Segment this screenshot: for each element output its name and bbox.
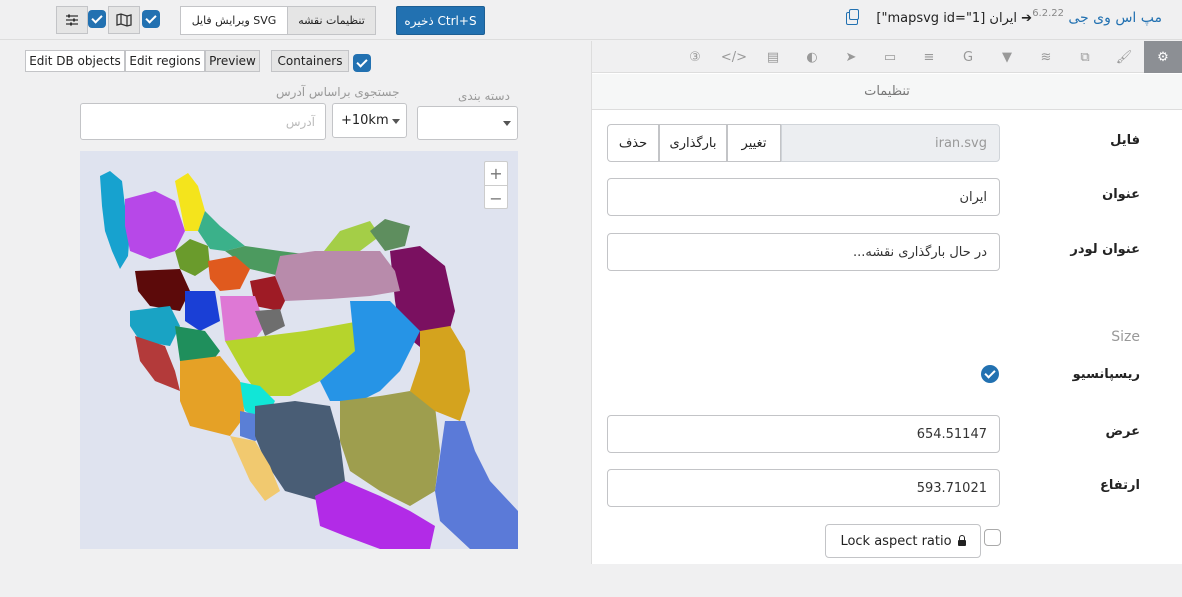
edit-regions-button[interactable]: Edit regions: [125, 50, 205, 72]
breadcrumb: ["mapsvg id="1] ایران ➔: [876, 11, 1032, 26]
gear-icon[interactable]: ⚙: [1144, 41, 1182, 73]
lock-icon: [957, 534, 966, 546]
version-label: 6.2.22: [1032, 8, 1064, 19]
height-input[interactable]: 593.71021: [607, 469, 1000, 507]
settings-panel: ⚙ 🖌 ⧉ ≋ ▼ G ≡ ▭ ➤ ◐ ▤ </> ③ تنظیمات فایل iran.svg تغ…: [591, 41, 1182, 564]
region-semnan: [275, 251, 400, 301]
section-title: تنظیمات: [592, 74, 1182, 110]
zoom-control: + −: [484, 161, 508, 209]
width-input[interactable]: 654.51147: [607, 415, 1000, 453]
delete-file-button[interactable]: حذف: [607, 124, 659, 162]
file-label: فایل: [1110, 133, 1140, 148]
zoom-out-button[interactable]: −: [485, 186, 507, 210]
region-east-azerbaijan: [125, 191, 185, 259]
iran-map[interactable]: [80, 151, 518, 549]
region-ilam: [135, 336, 180, 391]
preview-button[interactable]: Preview: [205, 50, 260, 72]
category-label: دسته بندی: [458, 89, 510, 103]
pointer-icon[interactable]: ➤: [832, 41, 870, 73]
loader-title-input[interactable]: در حال بارگذاری نقشه...: [607, 233, 1000, 271]
id-card-icon[interactable]: ▭: [871, 41, 909, 73]
sliders-icon: [66, 14, 78, 26]
filter-icon[interactable]: ▼: [988, 41, 1026, 73]
distance-select[interactable]: +10km: [332, 103, 407, 138]
size-section-label: Size: [1111, 329, 1140, 345]
brush-icon[interactable]: 🖌: [1105, 41, 1143, 73]
region-kurdistan: [135, 269, 190, 311]
lock-aspect-ratio-label: Lock aspect ratio: [840, 533, 952, 549]
chevron-down-icon: [503, 121, 511, 126]
css-icon[interactable]: ③: [676, 41, 714, 73]
responsive-checkbox[interactable]: [981, 365, 999, 383]
copy-icon[interactable]: [846, 9, 859, 25]
edit-db-objects-button[interactable]: Edit DB objects: [25, 50, 125, 72]
responsive-label: ریسپانسیو: [1072, 367, 1140, 382]
address-search-input[interactable]: آدرس: [80, 103, 326, 140]
map-settings-button[interactable]: تنظیمات نقشه: [287, 6, 376, 35]
address-placeholder: آدرس: [285, 114, 315, 129]
title-label: عنوان: [1102, 187, 1140, 202]
map-canvas[interactable]: + −: [80, 151, 518, 549]
region-hamadan: [185, 291, 220, 331]
map-icon: [116, 13, 132, 27]
toggle-icon[interactable]: ◐: [793, 41, 831, 73]
app-title[interactable]: مپ اس وی جی: [1068, 10, 1162, 26]
sliders-button[interactable]: [56, 6, 88, 34]
address-search-label: جستجوی براساس آدرس: [276, 85, 400, 99]
top-bar: مپ اس وی جی 6.2.22 ["mapsvg id="1] ایران…: [0, 0, 1182, 40]
edit-svg-button[interactable]: ویرایش فایل SVG: [180, 6, 288, 35]
code-icon[interactable]: </>: [715, 41, 753, 73]
file-icon[interactable]: ▤: [754, 41, 792, 73]
category-select[interactable]: [417, 106, 518, 140]
title-input[interactable]: ایران: [607, 178, 1000, 216]
google-icon[interactable]: G: [949, 41, 987, 73]
settings-tabs: ⚙ 🖌 ⧉ ≋ ▼ G ≡ ▭ ➤ ◐ ▤ </> ③: [592, 41, 1182, 73]
zoom-in-button[interactable]: +: [485, 162, 507, 186]
list-icon[interactable]: ≡: [910, 41, 948, 73]
region-khuzestan: [180, 356, 245, 436]
map-view-button[interactable]: [108, 6, 140, 34]
region-north-khorasan: [370, 219, 410, 251]
containers-checkbox[interactable]: [353, 54, 371, 72]
save-button[interactable]: ذخیره Ctrl+S: [396, 6, 485, 35]
reload-file-button[interactable]: بارگذاری: [659, 124, 727, 162]
map-toggle-checkbox[interactable]: [142, 10, 160, 28]
distance-value: +10km: [341, 113, 389, 128]
containers-button[interactable]: Containers: [271, 50, 349, 72]
database-icon[interactable]: ≋: [1027, 41, 1065, 73]
lock-aspect-ratio-checkbox[interactable]: [984, 529, 1001, 546]
width-label: عرض: [1105, 424, 1140, 439]
region-sistan: [435, 421, 518, 549]
height-label: ارتفاع: [1100, 478, 1140, 493]
settings-toggle-checkbox[interactable]: [88, 10, 106, 28]
layers-icon[interactable]: ⧉: [1066, 41, 1104, 73]
loader-title-label: عنوان لودر: [1070, 242, 1140, 257]
change-file-button[interactable]: تغییر: [727, 124, 781, 162]
lock-aspect-ratio-button[interactable]: Lock aspect ratio: [825, 524, 981, 558]
file-field: iran.svg: [781, 124, 1000, 162]
chevron-down-icon: [392, 118, 400, 124]
